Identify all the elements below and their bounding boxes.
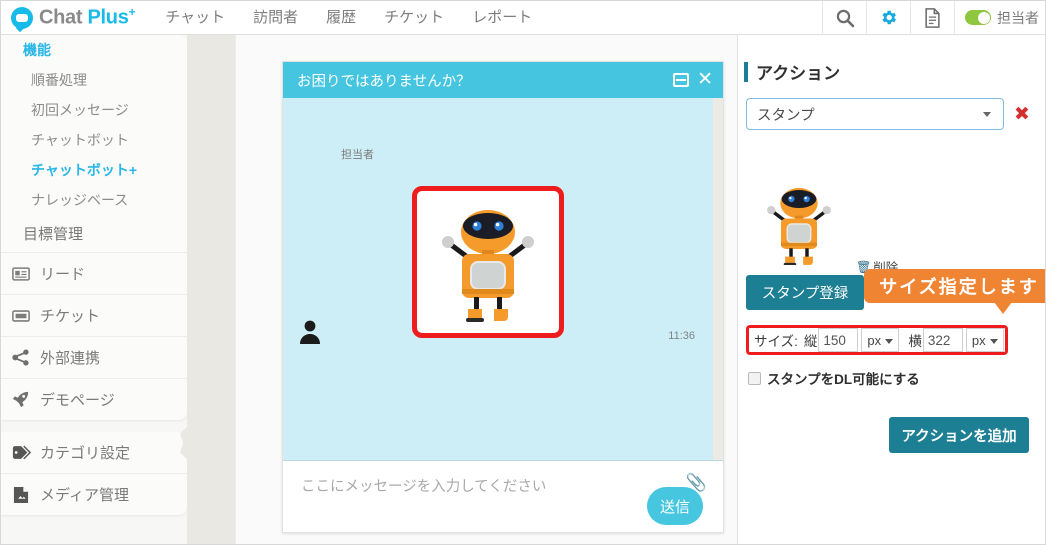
sidebar-gutter [187,35,235,544]
document-icon[interactable] [910,1,954,35]
nav-item-history[interactable]: 履歴 [312,1,370,35]
action-type-select[interactable]: スタンプ [746,98,1004,130]
sidebar-item-media-management[interactable]: メディア管理 [1,473,187,515]
agent-status-toggle[interactable]: 担当者 [954,1,1045,35]
close-icon[interactable]: ✕ [697,70,713,89]
panel-title: アクション [756,64,841,83]
gear-icon[interactable] [866,1,910,35]
search-icon[interactable] [822,1,866,35]
action-type-value: スタンプ [757,107,815,124]
allow-download-checkbox[interactable] [748,371,761,385]
sidebar-group-features: 機能 [23,42,51,58]
top-navigation-bar: Chat Plus+ チャット 訪問者 履歴 チケット レポート 担当者 [1,1,1045,35]
sidebar: 機能 順番処理 初回メッセージ チャットボット チャットボット+ ナレッジベース… [1,35,187,544]
nav-item-tickets[interactable]: チケット [370,1,458,35]
main-canvas: お困りではありませんか？ ✕ 担当者 スタンプ [235,35,737,544]
chevron-down-icon [983,112,991,117]
chevron-down-icon [989,339,998,344]
sidebar-item-tickets[interactable]: チケット [1,294,187,336]
width-label: 横 [908,334,922,349]
panel-heading: アクション [744,59,1045,84]
logo-text: Chat Plus+ [39,5,136,30]
height-unit-value: px [867,332,882,348]
logo-superscript: + [128,5,136,20]
ticket-icon [11,307,31,325]
chat-bubble-icon [11,6,33,29]
stamp-thumbnail[interactable] [746,177,852,265]
nav-item-visitors[interactable]: 訪問者 [239,1,312,35]
sidebar-item-integration[interactable]: 外部連携 [1,336,187,378]
main-nav: チャット 訪問者 履歴 チケット レポート [151,1,546,35]
sidebar-item-goal-management[interactable]: 目標管理 [1,215,187,252]
sidebar-card-primary: 機能 順番処理 初回メッセージ チャットボット チャットボット+ ナレッジベース… [1,35,187,420]
register-stamp-button[interactable]: スタンプ登録 [746,275,864,310]
sidebar-item-label: メディア管理 [40,487,129,504]
action-settings-panel: アクション スタンプ ✖ 🗑 削除 スタンプ登録 サイズ指定します サイズ: 縦… [737,35,1045,544]
nav-item-reports[interactable]: レポート [458,1,546,35]
chat-body-scrollbar[interactable] [713,98,723,460]
sidebar-item-chatbot-plus[interactable]: チャットボット+ [1,155,187,185]
nav-item-chat[interactable]: チャット [151,1,239,35]
width-input[interactable] [922,328,963,352]
message-sender-label: 担当者 [341,149,374,161]
action-type-row: スタンプ ✖ [746,98,1045,130]
stamp-message-highlight [412,186,564,338]
robot-stamp-image [442,210,534,322]
sidebar-item-label: デモページ [40,392,115,409]
height-input[interactable] [818,328,859,352]
sidebar-item-label: リード [40,266,86,283]
sidebar-item-chatbot[interactable]: チャットボット [1,125,187,155]
panel-accent-bar [744,61,748,82]
chat-widget-footer: Powered by Chat Plus オプション [283,532,723,533]
stamp-size-settings: サイズ: 縦 px 横 px [746,325,1008,355]
app-logo[interactable]: Chat Plus+ [1,1,151,35]
card-icon [11,265,31,283]
sidebar-item-label: チケット [40,308,101,325]
size-annotation-callout: サイズ指定します [864,269,1045,314]
topbar-actions: 担当者 [822,1,1045,35]
logo-text-left: Chat [39,6,88,29]
width-unit-value: px [971,332,986,348]
sidebar-item-demo-page[interactable]: デモページ [1,378,187,420]
sidebar-item-category-settings[interactable]: カテゴリ設定 [1,432,187,473]
agent-label: 担当者 [997,9,1039,26]
app-root: Chat Plus+ チャット 訪問者 履歴 チケット レポート 担当者 機能 … [0,0,1046,545]
sidebar-item-label: カテゴリ設定 [40,445,131,462]
height-label: 縦 [803,334,818,349]
share-icon [11,349,31,367]
logo-text-right: Plus [87,6,129,29]
sidebar-item-leads[interactable]: リード [1,252,187,294]
chat-message-input[interactable]: ここにメッセージを入力してください [301,475,546,496]
minimize-icon[interactable] [673,73,690,87]
height-unit-select[interactable]: px [861,328,900,352]
chat-widget-header-buttons: ✕ [673,70,713,89]
remove-action-icon[interactable]: ✖ [1014,105,1030,124]
add-action-button[interactable]: アクションを追加 [889,417,1029,453]
sidebar-item-label: 外部連携 [40,350,101,367]
tag-icon [11,444,31,462]
rocket-icon [11,391,31,409]
sidebar-item-knowledge-base[interactable]: ナレッジベース [1,185,187,215]
visitor-avatar-icon [300,320,320,344]
chat-widget-title: お困りではありませんか？ [297,73,471,90]
chevron-down-icon [885,339,894,344]
size-label: サイズ: [754,334,798,349]
sidebar-item-queue[interactable]: 順番処理 [1,65,187,95]
allow-download-label: スタンプをDL可能にする [767,372,920,387]
status-toggle-switch[interactable] [965,10,991,25]
chat-input-area: ここにメッセージを入力してください 📎 送信 [283,460,723,532]
chat-widget-preview: お困りではありませんか？ ✕ 担当者 スタンプ [282,61,724,533]
message-timestamp: 11:36 [668,330,695,342]
media-file-icon [11,486,31,504]
allow-download-checkbox-row[interactable]: スタンプをDL可能にする [748,368,920,388]
robot-thumbnail-image [767,187,831,265]
chat-widget-header: お困りではありませんか？ ✕ [283,62,723,98]
chat-widget-body: 担当者 スタンプ [283,98,723,460]
sidebar-card-secondary: カテゴリ設定 メディア管理 [1,432,187,515]
sidebar-item-first-message[interactable]: 初回メッセージ [1,95,187,125]
send-button[interactable]: 送信 [647,487,703,525]
width-unit-select[interactable]: px [965,328,1004,352]
